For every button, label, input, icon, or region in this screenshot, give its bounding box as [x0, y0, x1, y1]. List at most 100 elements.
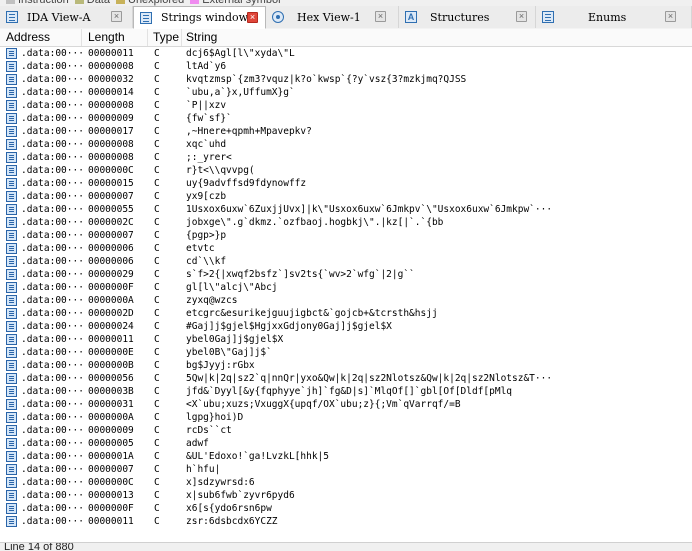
length-cell: 0000000A [88, 412, 134, 423]
string-cell: ybel0B\"Gaj]j$` [186, 347, 272, 358]
string-item-icon [6, 295, 17, 306]
table-row[interactable]: .data:00··· 0000000F Cx6[s{ydo6rsn6pw [0, 502, 692, 515]
address-cell: .data:00··· [21, 178, 83, 189]
address-cell: .data:00··· [21, 113, 83, 124]
type-cell: C [154, 373, 160, 384]
length-cell: 00000032 [88, 74, 134, 85]
string-item-icon [6, 191, 17, 202]
table-row[interactable]: .data:00··· 0000001A C &UL'Edoxo!`ga!LvzkL[… [0, 450, 692, 463]
table-row[interactable]: .data:00··· 00000024 C #Gaj]j$gjel$HgjxxGdj… [0, 320, 692, 333]
table-row[interactable]: .data:00··· 00000011 Cybel0Gaj]j$gjel$X [0, 333, 692, 346]
column-header-string[interactable]: String [182, 29, 692, 46]
close-icon[interactable]: × [247, 12, 258, 23]
table-row[interactable]: .data:00··· 00000006 Cetvtc [0, 242, 692, 255]
table-row[interactable]: .data:00··· 00000017 C ,~Hnere+qpmh+Mpavepk… [0, 125, 692, 138]
type-cell: C [154, 217, 160, 228]
length-cell: 0000000C [88, 477, 134, 488]
string-cell: {pgp>}p [186, 230, 227, 241]
table-row[interactable]: .data:00··· 0000000C Cr}t<\\qvvpg( [0, 164, 692, 177]
table-row[interactable]: .data:00··· 00000009 CrcDs``ct [0, 424, 692, 437]
tab-hex-view-1[interactable]: Hex View-1 × [266, 6, 399, 28]
type-cell: C [154, 204, 160, 215]
address-cell: .data:00··· [21, 61, 83, 72]
table-row[interactable]: .data:00··· 00000056 C 5Qw|k|2q|sz2`q|nnQr|… [0, 372, 692, 385]
table-row[interactable]: .data:00··· 00000007 Cyx9[czb [0, 190, 692, 203]
tab-label: Enums [588, 10, 627, 24]
string-cell: x6[s{ydo6rsn6pw [186, 503, 272, 514]
string-item-icon [6, 217, 17, 228]
string-item-icon [6, 178, 17, 189]
table-row[interactable]: .data:00··· 00000032 Ckvqtzmsp`{zm3?vquz|k… [0, 73, 692, 86]
legend-label: Instruction [18, 0, 69, 6]
tab-enums[interactable]: Enums × [536, 6, 692, 28]
table-row[interactable]: .data:00··· 00000031 C <X`ubu;xuzs;VxuggX{u… [0, 398, 692, 411]
address-cell: .data:00··· [21, 516, 83, 527]
type-cell: C [154, 139, 160, 150]
address-cell: .data:00··· [21, 425, 83, 436]
table-row[interactable]: .data:00··· 0000002D Cetcgrc&esurikejguuji… [0, 307, 692, 320]
table-row[interactable]: .data:00··· 00000008 CltAd`y6 [0, 60, 692, 73]
tab-ida-view-a[interactable]: IDA View-A × [0, 6, 133, 28]
table-row[interactable]: .data:00··· 0000000B Cbg$Jyyj:rGbx [0, 359, 692, 372]
table-row[interactable]: .data:00··· 00000015 Cuy{9advffsd9fdynowff… [0, 177, 692, 190]
length-cell: 00000008 [88, 61, 134, 72]
legend-swatch [6, 0, 15, 4]
length-cell: 00000011 [88, 516, 134, 527]
length-cell: 00000011 [88, 334, 134, 345]
legend-label: Data [87, 0, 110, 6]
table-row[interactable]: .data:00··· 00000008 C ;:_yrer< [0, 151, 692, 164]
length-cell: 00000009 [88, 113, 134, 124]
table-row[interactable]: .data:00··· 0000000E Cybel0B\"Gaj]j$` [0, 346, 692, 359]
address-cell: .data:00··· [21, 464, 83, 475]
string-item-icon [6, 334, 17, 345]
length-cell: 0000000B [88, 360, 134, 371]
type-cell: C [154, 425, 160, 436]
table-row[interactable]: .data:00··· 0000000A Czyxq@wzcs [0, 294, 692, 307]
close-icon[interactable]: × [516, 11, 527, 22]
type-cell: C [154, 308, 160, 319]
type-cell: C [154, 347, 160, 358]
table-row[interactable]: .data:00··· 0000003B Cjfd&`Dyyl[&y{fqphyye… [0, 385, 692, 398]
table-row[interactable]: .data:00··· 00000007 Ch`hfu| [0, 463, 692, 476]
address-cell: .data:00··· [21, 308, 83, 319]
address-cell: .data:00··· [21, 152, 83, 163]
string-cell: 1Usxox6uxw`6ZuxjjUvx]|k\"Usxox6uxw`6Jmkp… [186, 204, 553, 215]
table-row[interactable]: .data:00··· 00000007 C {pgp>}p [0, 229, 692, 242]
length-cell: 00000006 [88, 256, 134, 267]
tab-structures[interactable]: A Structures × [399, 6, 536, 28]
table-row[interactable]: .data:00··· 0000000C Cx]sdzywrsd:6 [0, 476, 692, 489]
type-cell: C [154, 477, 160, 488]
string-item-icon [6, 412, 17, 423]
string-item-icon [6, 399, 17, 410]
table-row[interactable]: .data:00··· 00000008 Cxqc`uhd [0, 138, 692, 151]
close-icon[interactable]: × [665, 11, 676, 22]
table-row[interactable]: .data:00··· 00000011 Czsr:6dsbcdx6YCZZ [0, 515, 692, 528]
hex-view-icon [272, 11, 284, 23]
table-row[interactable]: .data:00··· 00000009 C {fw`sf}` [0, 112, 692, 125]
table-row[interactable]: .data:00··· 00000014 C `ubu,a`}x,UffumX}g` [0, 86, 692, 99]
table-row[interactable]: .data:00··· 00000008 C `P||xzv [0, 99, 692, 112]
length-cell: 0000000E [88, 347, 134, 358]
table-row[interactable]: .data:00··· 00000013 Cx|sub6fwb`zyvr6pyd6 [0, 489, 692, 502]
type-cell: C [154, 516, 160, 527]
table-row[interactable]: .data:00··· 00000006 Ccd`\\kf [0, 255, 692, 268]
table-row[interactable]: .data:00··· 0000002C Cjobxge\".g`dkmz.`ozf… [0, 216, 692, 229]
close-icon[interactable]: × [375, 11, 386, 22]
length-cell: 0000002C [88, 217, 134, 228]
table-row[interactable]: .data:00··· 0000000A Clgpg}hoi)D [0, 411, 692, 424]
length-cell: 00000013 [88, 490, 134, 501]
string-item-icon [6, 74, 17, 85]
table-row[interactable]: .data:00··· 00000011 Cdcj6$Agl[l\"xyda\"L [0, 47, 692, 60]
table-row[interactable]: .data:00··· 00000005 Cadwf [0, 437, 692, 450]
type-cell: C [154, 61, 160, 72]
table-row[interactable]: .data:00··· 0000000F Cgl[l\"alcj\"Abcj [0, 281, 692, 294]
column-header-type[interactable]: Type [148, 29, 182, 46]
tab-strings-window[interactable]: Strings window × [133, 6, 266, 29]
column-header-address[interactable]: Address [0, 29, 82, 46]
close-icon[interactable]: × [111, 11, 122, 22]
length-cell: 0000003B [88, 386, 134, 397]
type-cell: C [154, 256, 160, 267]
column-header-length[interactable]: Length [82, 29, 148, 46]
table-row[interactable]: .data:00··· 00000055 C 1Usxox6uxw`6ZuxjjUvx… [0, 203, 692, 216]
table-row[interactable]: .data:00··· 00000029 Cs`f>2{|xwqf2bsfz`]sv… [0, 268, 692, 281]
